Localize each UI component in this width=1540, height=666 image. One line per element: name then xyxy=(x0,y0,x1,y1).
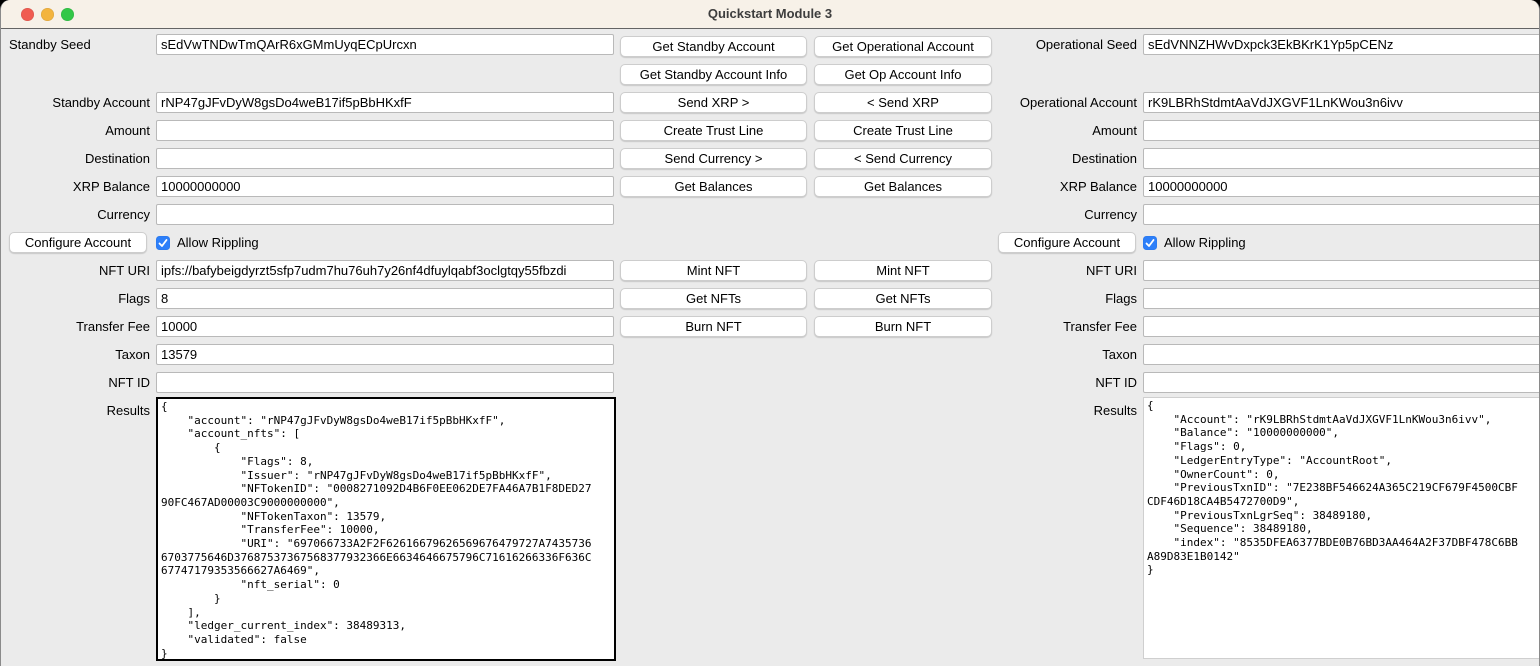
operational-nft-uri-label: NFT URI xyxy=(931,260,1137,281)
operational-configure-account-button[interactable]: Configure Account xyxy=(998,232,1136,253)
send-currency-right-button[interactable]: Send Currency > xyxy=(620,148,807,169)
standby-allow-rippling-checkbox[interactable] xyxy=(156,236,170,250)
operational-account-input[interactable] xyxy=(1143,92,1540,113)
operational-transfer-fee-input[interactable] xyxy=(1143,316,1540,337)
operational-taxon-label: Taxon xyxy=(931,344,1137,365)
standby-flags-input[interactable] xyxy=(156,288,614,309)
standby-amount-input[interactable] xyxy=(156,120,614,141)
operational-destination-input[interactable] xyxy=(1143,148,1540,169)
standby-mint-nft-button[interactable]: Mint NFT xyxy=(620,260,807,281)
standby-currency-label: Currency xyxy=(1,204,150,225)
standby-results-textarea[interactable]: { "account": "rNP47gJFvDyW8gsDo4weB17if5… xyxy=(156,397,616,661)
standby-destination-label: Destination xyxy=(1,148,150,169)
standby-destination-input[interactable] xyxy=(156,148,614,169)
standby-get-balances-button[interactable]: Get Balances xyxy=(620,176,807,197)
standby-get-nfts-button[interactable]: Get NFTs xyxy=(620,288,807,309)
standby-nft-id-input[interactable] xyxy=(156,372,614,393)
operational-results-label: Results xyxy=(931,400,1137,421)
checkmark-icon xyxy=(1145,238,1155,248)
standby-transfer-fee-input[interactable] xyxy=(156,316,614,337)
operational-nft-id-input[interactable] xyxy=(1143,372,1540,393)
standby-transfer-fee-label: Transfer Fee xyxy=(1,316,150,337)
standby-burn-nft-button[interactable]: Burn NFT xyxy=(620,316,807,337)
operational-nft-id-label: NFT ID xyxy=(931,372,1137,393)
operational-flags-input[interactable] xyxy=(1143,288,1540,309)
operational-currency-input[interactable] xyxy=(1143,204,1540,225)
standby-results-label: Results xyxy=(1,400,150,421)
standby-taxon-input[interactable] xyxy=(156,344,614,365)
standby-xrp-balance-input[interactable] xyxy=(156,176,614,197)
checkmark-icon xyxy=(158,238,168,248)
get-op-account-info-button[interactable]: Get Op Account Info xyxy=(814,64,992,85)
standby-account-label: Standby Account xyxy=(1,92,150,113)
standby-currency-input[interactable] xyxy=(156,204,614,225)
get-standby-account-info-button[interactable]: Get Standby Account Info xyxy=(620,64,807,85)
operational-seed-input[interactable] xyxy=(1143,34,1540,55)
standby-configure-account-button[interactable]: Configure Account xyxy=(9,232,147,253)
standby-create-trust-line-button[interactable]: Create Trust Line xyxy=(620,120,807,141)
standby-amount-label: Amount xyxy=(1,120,150,141)
operational-flags-label: Flags xyxy=(931,288,1137,309)
operational-transfer-fee-label: Transfer Fee xyxy=(931,316,1137,337)
send-xrp-right-button[interactable]: Send XRP > xyxy=(620,92,807,113)
operational-seed-label: Operational Seed xyxy=(931,34,1137,55)
window-title: Quickstart Module 3 xyxy=(1,0,1539,28)
standby-nft-uri-label: NFT URI xyxy=(1,260,150,281)
standby-nft-uri-input[interactable] xyxy=(156,260,614,281)
app-window: Quickstart Module 3 Standby Seed Standby… xyxy=(0,0,1540,666)
standby-account-input[interactable] xyxy=(156,92,614,113)
standby-allow-rippling-label: Allow Rippling xyxy=(177,233,259,254)
operational-xrp-balance-input[interactable] xyxy=(1143,176,1540,197)
operational-account-label: Operational Account xyxy=(931,92,1137,113)
get-standby-account-button[interactable]: Get Standby Account xyxy=(620,36,807,57)
titlebar: Quickstart Module 3 xyxy=(1,0,1539,29)
operational-taxon-input[interactable] xyxy=(1143,344,1540,365)
standby-taxon-label: Taxon xyxy=(1,344,150,365)
operational-xrp-balance-label: XRP Balance xyxy=(931,176,1137,197)
standby-flags-label: Flags xyxy=(1,288,150,309)
standby-seed-input[interactable] xyxy=(156,34,614,55)
operational-currency-label: Currency xyxy=(931,204,1137,225)
operational-destination-label: Destination xyxy=(931,148,1137,169)
operational-allow-rippling-label: Allow Rippling xyxy=(1164,233,1246,254)
standby-xrp-balance-label: XRP Balance xyxy=(1,176,150,197)
operational-results-textarea[interactable]: { "Account": "rK9LBRhStdmtAaVdJXGVF1LnKW… xyxy=(1143,397,1540,659)
operational-amount-input[interactable] xyxy=(1143,120,1540,141)
operational-amount-label: Amount xyxy=(931,120,1137,141)
operational-nft-uri-input[interactable] xyxy=(1143,260,1540,281)
operational-allow-rippling-checkbox[interactable] xyxy=(1143,236,1157,250)
standby-nft-id-label: NFT ID xyxy=(1,372,150,393)
